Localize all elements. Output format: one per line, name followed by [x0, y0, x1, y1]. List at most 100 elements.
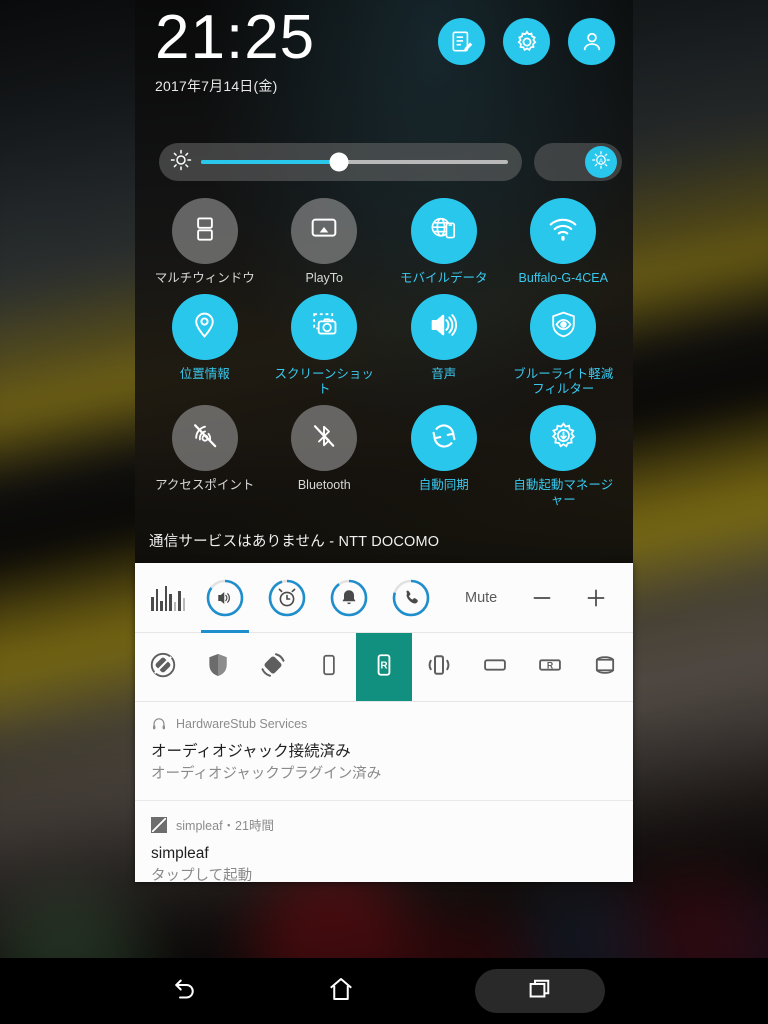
portrait-phone-icon — [316, 652, 342, 683]
rotation-lock-icon — [148, 650, 178, 685]
mobile-data-icon — [428, 213, 459, 249]
toggle-label: 位置情報 — [179, 367, 230, 381]
auto-rotate-icon — [258, 650, 288, 685]
auto-rotate-option[interactable] — [246, 633, 301, 701]
user-profile-button[interactable] — [568, 18, 615, 65]
notification-header: simpleaf・21時間 — [151, 815, 617, 834]
auto-brightness-icon: A — [590, 149, 612, 176]
svg-text:R: R — [547, 660, 554, 670]
toggle-screenshot[interactable]: スクリーンショット — [265, 294, 385, 397]
brightness-row: A — [159, 143, 622, 181]
phone-r-option[interactable]: R — [356, 633, 412, 701]
toggle-label: ブルーライト軽減フィルター — [513, 367, 614, 396]
toggle-playto[interactable]: PlayTo — [265, 198, 385, 286]
notification-app-name: simpleaf・21時間 — [176, 819, 274, 833]
toggle-bluetooth[interactable]: Bluetooth — [265, 405, 385, 508]
toggle-circle — [171, 198, 238, 264]
vibrate-phone-icon — [424, 650, 454, 685]
shade-top-icons — [438, 18, 615, 65]
navigation-bar — [0, 958, 768, 1024]
volume-tab-alarm[interactable] — [267, 578, 307, 618]
volume-tab-ring[interactable] — [391, 578, 431, 618]
vibrate-phone-option[interactable] — [412, 633, 467, 701]
volume-tab-media[interactable] — [201, 578, 249, 633]
brightness-slider-fill — [201, 160, 340, 164]
volume-tab-selected-underline — [201, 629, 249, 633]
clock-date: 2017年7月14日(金) — [155, 78, 278, 94]
recent-apps-icon — [525, 974, 555, 1009]
clock-time: 21:25 — [155, 3, 316, 72]
volume-increase-button[interactable] — [577, 579, 615, 617]
toggle-circle — [410, 198, 477, 264]
clock-block: 21:25 2017年7月14日(金) — [155, 4, 315, 96]
recents-button[interactable] — [475, 969, 605, 1013]
notification-item-hardwarestub[interactable]: HardwareStub Services オーディオジャック接続済み オーディ… — [135, 702, 633, 801]
landscape-rect-icon — [481, 651, 509, 684]
toggle-label: 音声 — [431, 367, 457, 381]
simpleaf-leaf-icon — [151, 816, 167, 833]
home-house-icon — [326, 974, 356, 1009]
toggle-circle — [530, 405, 597, 471]
note-edit-button[interactable] — [438, 18, 485, 65]
toggle-label: PlayTo — [305, 271, 344, 285]
notification-panel: Mute R R HardwareStub Services オーディオジャック… — [135, 563, 633, 882]
notification-app-name: HardwareStub Services — [176, 717, 308, 731]
toggle-location[interactable]: 位置情報 — [145, 294, 265, 397]
toggle-auto-start-manager[interactable]: 自動起動マネージャー — [504, 405, 624, 508]
toggle-circle — [171, 405, 238, 471]
carrier-status-text: 通信サービスはありません - NTT DOCOMO — [149, 534, 440, 550]
shield-option[interactable] — [190, 633, 245, 701]
headphone-icon — [151, 716, 167, 732]
toggle-label: マルチウィンドウ — [154, 271, 255, 285]
notification-body: オーディオジャックプラグイン済み — [151, 766, 382, 782]
quick-settings-shade: 21:25 2017年7月14日(金) A マルチウィンドウ PlayTo モバ… — [135, 0, 633, 563]
rotation-lock-option[interactable] — [135, 633, 190, 701]
android-notification-shade-screen: 21:25 2017年7月14日(金) A マルチウィンドウ PlayTo モバ… — [0, 0, 768, 1024]
settings-button[interactable] — [503, 18, 550, 65]
toggle-hotspot[interactable]: アクセスポイント — [145, 405, 265, 508]
location-pin-icon — [189, 309, 220, 345]
home-button[interactable] — [319, 969, 363, 1013]
notification-title: オーディオジャック接続済み — [151, 743, 351, 760]
cast-playto-icon — [308, 213, 340, 250]
quick-toggle-grid: マルチウィンドウ PlayTo モバイルデータ Buffalo-G-4CEA 位… — [145, 198, 623, 508]
toggle-mobile-data[interactable]: モバイルデータ — [384, 198, 504, 286]
toggle-circle — [291, 294, 358, 360]
toggle-circle — [291, 405, 358, 471]
equalizer-bars-icon[interactable] — [151, 585, 185, 611]
toggle-label: Bluetooth — [297, 478, 351, 492]
toggle-auto-sync[interactable]: 自動同期 — [384, 405, 504, 508]
toggle-circle — [410, 294, 477, 360]
notification-body: タップして起動 — [151, 868, 253, 882]
toggle-circle — [530, 294, 597, 360]
auto-start-manager-icon — [548, 420, 579, 456]
back-button[interactable] — [163, 969, 207, 1013]
rotation-mode-row: R R — [135, 633, 633, 702]
portrait-phone-option[interactable] — [301, 633, 356, 701]
brightness-slider-knob[interactable] — [329, 152, 349, 172]
toggle-multi-window[interactable]: マルチウィンドウ — [145, 198, 265, 286]
toggle-label: 自動起動マネージャー — [513, 478, 614, 507]
landscape-r-option[interactable]: R — [522, 633, 577, 701]
rotate-screen-option[interactable] — [578, 633, 633, 701]
wifi-icon — [547, 213, 579, 250]
landscape-rect-option[interactable] — [467, 633, 522, 701]
screenshot-camera-icon — [309, 309, 340, 345]
volume-tab-notification[interactable] — [329, 578, 369, 618]
back-arrow-icon — [170, 974, 200, 1009]
mute-label[interactable]: Mute — [465, 590, 497, 606]
volume-stream-tabs — [201, 578, 431, 633]
toggle-wifi[interactable]: Buffalo-G-4CEA — [504, 198, 624, 286]
brightness-slider-container[interactable] — [159, 143, 522, 181]
toggle-bluelight-filter[interactable]: ブルーライト軽減フィルター — [504, 294, 624, 397]
settings-gear-icon — [514, 29, 540, 55]
toggle-label: モバイルデータ — [399, 271, 488, 285]
volume-decrease-button[interactable] — [523, 579, 561, 617]
notification-item-simpleaf[interactable]: simpleaf・21時間 simpleaf タップして起動 — [135, 801, 633, 882]
bluetooth-off-icon — [309, 421, 339, 456]
brightness-slider-track[interactable] — [201, 152, 508, 172]
auto-brightness-toggle[interactable]: A — [534, 143, 622, 181]
bluelight-filter-eye-icon — [548, 309, 579, 345]
toggle-sound[interactable]: 音声 — [384, 294, 504, 397]
note-edit-icon — [449, 29, 475, 55]
